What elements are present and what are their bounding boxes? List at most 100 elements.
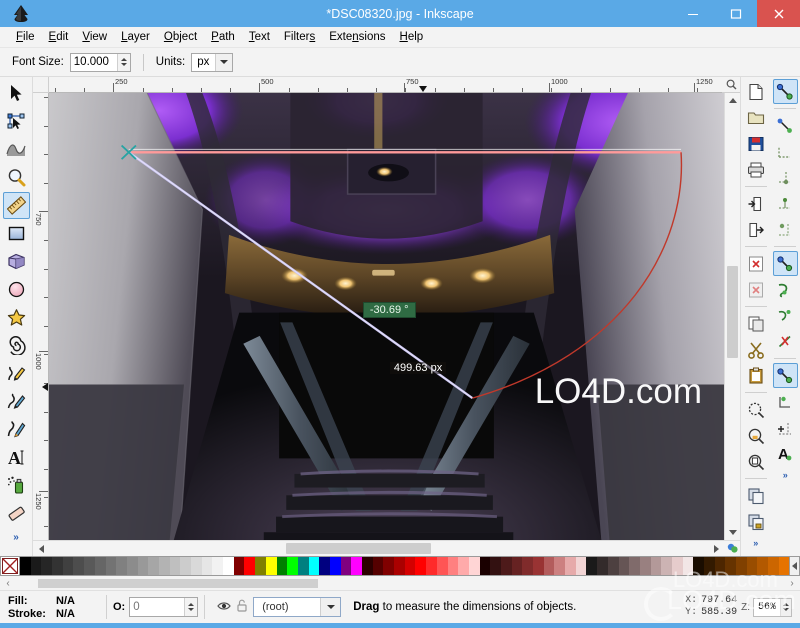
snap-bbox-edge-toggle[interactable] xyxy=(773,139,798,164)
palette-swatch[interactable] xyxy=(180,557,191,575)
palette-swatch[interactable] xyxy=(629,557,640,575)
star-tool[interactable] xyxy=(3,304,30,331)
palette-swatch[interactable] xyxy=(169,557,181,575)
palette-nav-thumb[interactable] xyxy=(38,578,318,588)
canvas-vertical-scrollbar[interactable] xyxy=(724,93,740,540)
palette-swatch[interactable] xyxy=(223,557,234,575)
toolbox-more-button[interactable]: » xyxy=(13,532,19,543)
minimize-button[interactable] xyxy=(671,0,714,27)
palette-swatch[interactable] xyxy=(255,557,266,575)
palette-swatch[interactable] xyxy=(126,557,138,575)
palette-swatch[interactable] xyxy=(329,557,341,575)
palette-swatch[interactable] xyxy=(319,557,330,575)
palette-swatch[interactable] xyxy=(511,557,523,575)
palette-swatch[interactable] xyxy=(233,557,245,575)
palette-swatch[interactable] xyxy=(137,557,149,575)
palette-swatch[interactable] xyxy=(62,557,74,575)
palette-swatch[interactable] xyxy=(394,557,405,575)
paste-button[interactable] xyxy=(743,363,768,388)
menu-edit[interactable]: Edit xyxy=(42,28,76,47)
units-select[interactable]: px xyxy=(191,52,234,72)
palette-swatch[interactable] xyxy=(20,557,31,575)
save-document-button[interactable] xyxy=(743,131,768,156)
font-size-input[interactable] xyxy=(70,53,117,71)
palette-swatch[interactable] xyxy=(52,557,63,575)
commands-more-button[interactable]: » xyxy=(753,538,758,548)
zoom-spin-arrows[interactable] xyxy=(780,598,791,616)
export-button[interactable] xyxy=(743,217,768,242)
tweak-tool[interactable] xyxy=(3,136,30,163)
palette-swatch[interactable] xyxy=(490,557,501,575)
palette-swatch[interactable] xyxy=(276,557,288,575)
palette-swatch[interactable] xyxy=(597,557,608,575)
fill-stroke-indicator[interactable]: Fill: N/A Stroke: N/A xyxy=(0,595,100,620)
palette-swatch[interactable] xyxy=(768,557,779,575)
node-tool[interactable] xyxy=(3,108,30,135)
menu-text[interactable]: Text xyxy=(242,28,277,47)
spray-tool[interactable] xyxy=(3,472,30,499)
palette-swatch[interactable] xyxy=(447,557,459,575)
palette-swatch[interactable] xyxy=(41,557,53,575)
rectangle-tool[interactable] xyxy=(3,220,30,247)
spiral-tool[interactable] xyxy=(3,332,30,359)
vertical-scroll-track[interactable] xyxy=(727,108,738,525)
box3d-tool[interactable] xyxy=(3,248,30,275)
menu-object[interactable]: Object xyxy=(157,28,204,47)
opacity-input[interactable] xyxy=(130,598,185,616)
palette-swatch[interactable] xyxy=(362,557,373,575)
copy-button[interactable] xyxy=(743,311,768,336)
cut-button[interactable] xyxy=(743,337,768,362)
palette-swatch[interactable] xyxy=(436,557,448,575)
palette-swatch[interactable] xyxy=(148,557,159,575)
palette-swatches[interactable] xyxy=(20,556,789,576)
palette-swatch[interactable] xyxy=(287,557,298,575)
ruler-zoom-icon[interactable] xyxy=(722,77,740,93)
zoom-drawing-button[interactable] xyxy=(743,423,768,448)
palette-swatch[interactable] xyxy=(212,557,224,575)
palette-swatch[interactable] xyxy=(500,557,512,575)
zoom-page-button[interactable] xyxy=(743,449,768,474)
palette-swatch[interactable] xyxy=(586,557,598,575)
palette-swatch[interactable] xyxy=(693,557,704,575)
menu-help[interactable]: Help xyxy=(393,28,431,47)
snap-more-button[interactable]: » xyxy=(783,470,788,480)
redo-button[interactable] xyxy=(743,277,768,302)
snap-cusp-node-toggle[interactable] xyxy=(773,329,798,354)
snap-bbox-center-toggle[interactable] xyxy=(773,217,798,242)
palette-swatch[interactable] xyxy=(404,557,416,575)
scroll-down-button[interactable] xyxy=(725,525,741,540)
vertical-ruler[interactable]: 750 1000 1250 xyxy=(33,93,49,540)
menu-layer[interactable]: Layer xyxy=(114,28,157,47)
scroll-up-button[interactable] xyxy=(725,93,741,108)
snap-rotation-center-toggle[interactable] xyxy=(773,415,798,440)
palette-swatch[interactable] xyxy=(565,557,576,575)
snap-others-toggle[interactable] xyxy=(772,363,798,388)
palette-swatch[interactable] xyxy=(308,557,320,575)
snap-nodes-toggle[interactable] xyxy=(772,251,798,276)
palette-swatch[interactable] xyxy=(682,557,694,575)
color-palette[interactable] xyxy=(0,556,800,576)
canvas-area[interactable]: -30.69 ° 499.63 px LO4D.com xyxy=(49,93,724,540)
scroll-left-button[interactable] xyxy=(33,541,49,556)
opacity-stepper[interactable] xyxy=(129,597,199,617)
opacity-control[interactable]: O: xyxy=(113,597,199,617)
palette-nav-track[interactable] xyxy=(16,578,784,588)
snap-enable-toggle[interactable] xyxy=(772,79,798,104)
group-lock-button[interactable] xyxy=(743,509,768,534)
palette-swatch[interactable] xyxy=(468,557,480,575)
palette-prev-button[interactable]: ‹ xyxy=(0,578,16,589)
palette-swatch[interactable] xyxy=(618,557,630,575)
palette-swatch[interactable] xyxy=(714,557,726,575)
menu-path[interactable]: Path xyxy=(204,28,242,47)
palette-swatch[interactable] xyxy=(383,557,395,575)
palette-swatch[interactable] xyxy=(650,557,662,575)
scroll-right-button[interactable] xyxy=(708,541,724,556)
palette-swatch[interactable] xyxy=(351,557,362,575)
palette-next-button[interactable]: › xyxy=(784,578,800,589)
palette-swatch[interactable] xyxy=(607,557,619,575)
vertical-scroll-thumb[interactable] xyxy=(727,266,738,359)
palette-swatch[interactable] xyxy=(426,557,437,575)
palette-swatch[interactable] xyxy=(479,557,491,575)
zoom-field[interactable]: 56% xyxy=(752,597,792,617)
palette-swatch[interactable] xyxy=(778,557,789,575)
